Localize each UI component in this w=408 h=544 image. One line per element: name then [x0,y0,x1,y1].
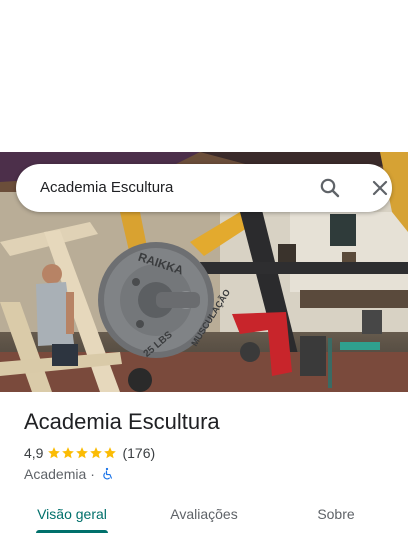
category-row: Academia · [24,465,114,483]
active-tab-indicator [36,530,108,533]
rating-stars [47,446,117,460]
place-category: Academia [24,466,87,482]
wheelchair-accessible-icon [103,467,112,480]
rating-row[interactable]: 4,9 (176) [24,444,155,462]
star-icon [104,447,117,459]
tab-about[interactable]: Sobre [280,496,392,536]
close-icon[interactable] [368,176,392,200]
search-icon[interactable] [318,176,342,200]
search-input[interactable]: Academia Escultura [40,178,173,198]
tab-reviews[interactable]: Avaliações [148,496,260,536]
top-blank-area [0,0,408,152]
star-icon [62,447,75,459]
reviews-count[interactable]: (176) [122,445,155,461]
star-icon [90,447,103,459]
place-tabs: Visão geral Avaliações Sobre [0,496,408,544]
place-title: Academia Escultura [24,409,220,434]
star-icon [48,447,61,459]
star-icon [76,447,89,459]
search-bar[interactable]: Academia Escultura [16,164,392,212]
separator-dot: · [90,466,95,482]
rating-value: 4,9 [24,445,44,461]
